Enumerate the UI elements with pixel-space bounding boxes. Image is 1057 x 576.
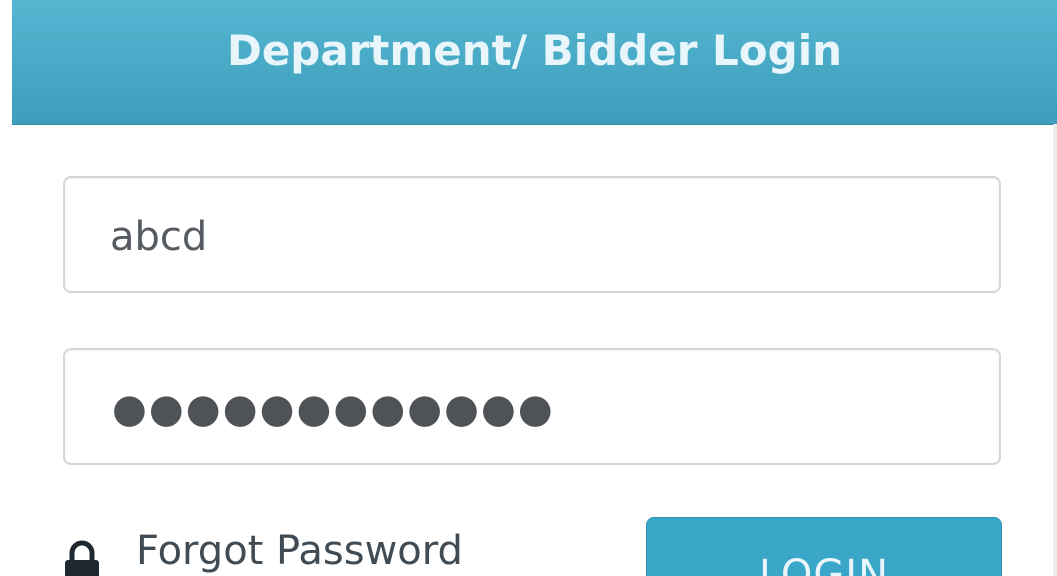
panel-edge: [0, 0, 12, 124]
forgot-password-link[interactable]: Forgot Password: [62, 528, 463, 576]
login-header: Department/ Bidder Login: [12, 0, 1057, 125]
password-value: ●●●●●●●●●●●●: [112, 386, 555, 432]
username-value: abcd: [110, 214, 208, 260]
login-panel: Department/ Bidder Login abcd ●●●●●●●●●●…: [0, 0, 1057, 576]
forgot-password-label: Forgot Password: [136, 528, 463, 574]
password-field[interactable]: ●●●●●●●●●●●●: [63, 348, 1001, 465]
panel-right-edge: [1053, 124, 1057, 576]
username-field[interactable]: abcd: [63, 176, 1001, 293]
login-button[interactable]: LOGIN: [646, 517, 1002, 576]
page-title: Department/ Bidder Login: [226, 26, 843, 75]
login-button-label: LOGIN: [758, 552, 890, 576]
lock-icon: [65, 540, 99, 576]
